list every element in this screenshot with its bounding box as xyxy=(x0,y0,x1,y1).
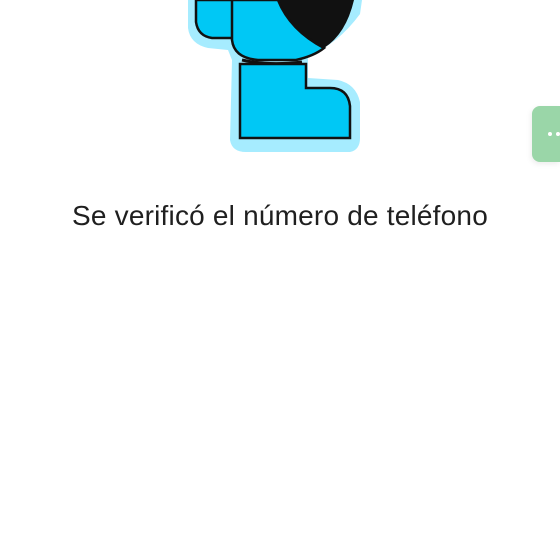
side-panel-tab[interactable] xyxy=(532,106,560,162)
verified-person-illustration xyxy=(178,0,368,156)
more-dots-icon xyxy=(548,132,560,136)
verification-screen: Se verificó el número de teléfono xyxy=(0,0,560,560)
verification-status-message: Se verificó el número de teléfono xyxy=(72,200,488,231)
